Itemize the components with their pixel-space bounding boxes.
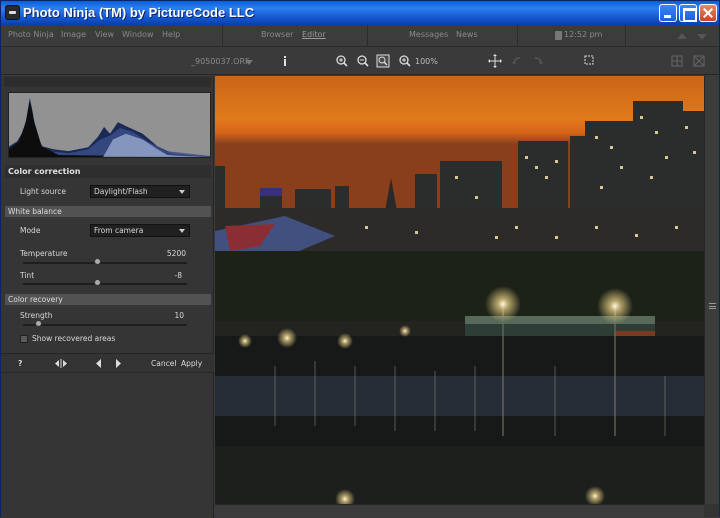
horizontal-scrollbar[interactable]	[215, 504, 704, 517]
show-recovered-label[interactable]: Show recovered areas	[32, 334, 115, 343]
menu-photo-ninja[interactable]: Photo Ninja	[8, 30, 54, 39]
menu-image[interactable]: Image	[61, 30, 86, 39]
menu-help[interactable]: Help	[162, 30, 180, 39]
mode-select[interactable]: From camera	[90, 224, 190, 237]
toolbar: _9050037.ORF 100%	[1, 48, 719, 75]
scroll-grip-icon[interactable]	[709, 303, 716, 309]
app-window: Photo Ninja (TM) by PictureCode LLC Phot…	[0, 0, 720, 518]
menu-view[interactable]: View	[95, 30, 114, 39]
temperature-label: Temperature	[20, 249, 68, 258]
left-panel: Color correction Light source Daylight/F…	[1, 76, 214, 518]
layout-grid-icon[interactable]	[671, 48, 683, 75]
tab-messages[interactable]: Messages	[409, 30, 448, 39]
light-source-value: Daylight/Flash	[94, 187, 148, 196]
minimize-button[interactable]	[659, 4, 677, 22]
previous-arrow-icon[interactable]	[96, 359, 102, 368]
temperature-value[interactable]: 5200	[146, 249, 186, 258]
menu-separator	[222, 25, 223, 47]
mode-value: From camera	[94, 226, 144, 235]
clock-icon	[555, 31, 562, 40]
selection-icon[interactable]	[583, 48, 595, 75]
tint-slider-track[interactable]	[23, 283, 187, 285]
close-view-icon[interactable]	[693, 48, 705, 75]
tint-value[interactable]: -8	[142, 271, 182, 280]
night-city-photo	[215, 76, 704, 504]
zoom-actual-icon[interactable]	[398, 48, 412, 75]
light-source-select[interactable]: Daylight/Flash	[90, 185, 190, 198]
tab-editor[interactable]: Editor	[302, 30, 326, 39]
scroll-corner	[704, 504, 719, 517]
menu-separator	[367, 25, 368, 47]
compare-arrows-icon[interactable]	[55, 359, 67, 368]
tab-browser[interactable]: Browser	[261, 30, 293, 39]
menu-bar: Photo Ninja Image View Window Help Brows…	[1, 25, 719, 47]
ninja-app-icon	[5, 5, 20, 20]
color-correction-header[interactable]: Color correction	[5, 165, 211, 178]
cancel-button[interactable]: Cancel	[151, 359, 176, 368]
zoom-fit-icon[interactable]	[376, 48, 390, 75]
photo-canvas[interactable]	[215, 76, 704, 504]
file-dropdown-icon[interactable]	[245, 60, 253, 65]
panel-header	[4, 77, 211, 87]
maximize-button[interactable]	[679, 4, 697, 22]
apply-button[interactable]: Apply	[181, 359, 202, 368]
zoom-out-icon[interactable]	[356, 48, 370, 75]
title-bar[interactable]: Photo Ninja (TM) by PictureCode LLC	[1, 1, 719, 25]
show-recovered-checkbox[interactable]	[20, 335, 28, 343]
pan-move-icon[interactable]	[488, 48, 502, 75]
window-title: Photo Ninja (TM) by PictureCode LLC	[23, 5, 255, 20]
zoom-level: 100%	[415, 57, 438, 66]
menu-separator	[625, 25, 626, 47]
panel-up-arrow-icon[interactable]	[677, 33, 687, 39]
undo-icon[interactable]	[511, 48, 523, 75]
color-recovery-header: Color recovery	[5, 294, 211, 305]
light-source-label: Light source	[20, 187, 67, 196]
redo-icon[interactable]	[532, 48, 544, 75]
strength-slider-track[interactable]	[23, 324, 187, 326]
close-button[interactable]	[699, 4, 717, 22]
tint-label: Tint	[20, 271, 35, 280]
temperature-slider-track[interactable]	[23, 262, 187, 264]
zoom-in-icon[interactable]	[335, 48, 349, 75]
strength-value[interactable]: 10	[144, 311, 184, 320]
strength-label: Strength	[20, 311, 53, 320]
panel-down-arrow-icon[interactable]	[697, 34, 707, 40]
menu-separator	[517, 25, 518, 47]
vertical-scrollbar[interactable]	[704, 76, 719, 504]
tab-news[interactable]: News	[456, 30, 478, 39]
menu-window[interactable]: Window	[122, 30, 154, 39]
panel-button-row: ? Cancel Apply	[1, 353, 214, 373]
image-filename: _9050037.ORF	[191, 57, 250, 66]
chevron-down-icon	[179, 190, 185, 194]
next-arrow-icon[interactable]	[116, 359, 122, 368]
clock-time: 12:52 pm	[564, 30, 603, 39]
help-button[interactable]: ?	[18, 359, 22, 368]
white-balance-header: White balance	[5, 206, 211, 217]
chevron-down-icon	[179, 229, 185, 233]
info-icon[interactable]	[280, 48, 290, 75]
mode-label: Mode	[20, 226, 41, 235]
histogram	[8, 92, 211, 158]
